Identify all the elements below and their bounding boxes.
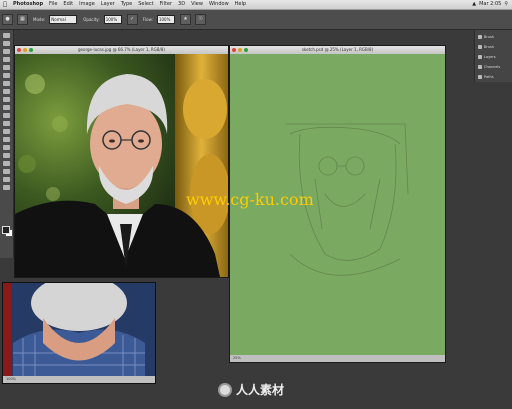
menu-filter[interactable]: Filter <box>157 0 175 9</box>
logo-icon <box>218 382 232 397</box>
minimize-button[interactable] <box>238 48 242 52</box>
menu-window[interactable]: Window <box>206 0 232 9</box>
sketch-window-titlebar[interactable]: sketch.psd @ 25% (Layer 1, RGB/8) <box>230 46 445 54</box>
panel-channels-label: Channels <box>484 64 501 69</box>
gradient-tool-icon[interactable] <box>3 121 10 126</box>
photo-window-titlebar[interactable]: george-lucas.jpg @ 66.7% (Layer 1, RGB/8… <box>15 46 228 54</box>
panel-brush-label: Brush <box>484 34 495 39</box>
menu-edit[interactable]: Edit <box>60 0 76 9</box>
sketch-zoom-level[interactable]: 25% <box>233 356 241 360</box>
crop-tool-icon[interactable] <box>3 65 10 70</box>
menu-file[interactable]: File <box>46 0 60 9</box>
clock[interactable]: Mar 2:05 <box>479 0 501 9</box>
flow-field[interactable]: 100% <box>156 15 175 24</box>
sketch-statusbar: 25% <box>230 355 445 362</box>
apple-icon[interactable]:  <box>0 0 10 9</box>
dodge-tool-icon[interactable] <box>3 137 10 142</box>
opacity-field[interactable]: 100% <box>103 15 122 24</box>
menu-view[interactable]: View <box>188 0 206 9</box>
airbrush-icon[interactable]: ★ <box>179 14 191 25</box>
sketch-window-title: sketch.psd @ 25% (Layer 1, RGB/8) <box>301 47 374 52</box>
mode-value: Normal <box>51 17 66 22</box>
detail-photo <box>3 283 155 376</box>
site-watermark: www.cg-ku.com <box>186 190 314 209</box>
mode-label: Mode: <box>33 17 46 22</box>
panel-brush-presets-label: Brush <box>484 44 495 49</box>
menubar-status-area: ▲ Mar 2:05 ⚲ <box>472 0 512 9</box>
flow-label: Flow: <box>142 17 153 22</box>
pressure-size-icon[interactable]: ☉ <box>194 14 206 25</box>
marquee-tool-icon[interactable] <box>3 41 10 46</box>
paths-icon <box>478 74 482 79</box>
shape-tool-icon[interactable] <box>3 169 10 174</box>
detail-zoom-level[interactable]: 100% <box>6 377 16 381</box>
brush-tool-icon[interactable] <box>3 89 10 94</box>
panel-dock: Brush Brush Layers Channels Paths <box>474 30 512 82</box>
clone-stamp-tool-icon[interactable] <box>3 97 10 102</box>
hand-tool-icon[interactable] <box>3 177 10 182</box>
menu-image[interactable]: Image <box>76 0 98 9</box>
menu-layer[interactable]: Layer <box>98 0 118 9</box>
pen-tool-icon[interactable] <box>3 145 10 150</box>
layers-icon <box>478 54 482 59</box>
type-tool-icon[interactable] <box>3 153 10 158</box>
opacity-label: Opacity: <box>83 17 100 22</box>
move-tool-icon[interactable] <box>3 33 10 38</box>
panel-brush[interactable]: Brush <box>475 33 512 40</box>
quick-select-tool-icon[interactable] <box>3 57 10 62</box>
blur-tool-icon[interactable] <box>3 129 10 134</box>
photo-canvas[interactable] <box>15 54 228 277</box>
logo-text: 人人素材 <box>236 383 285 397</box>
search-icon[interactable]: ⚲ <box>504 0 508 9</box>
menu-type[interactable]: Type <box>118 0 135 9</box>
detail-statusbar: 100% <box>3 376 155 383</box>
history-brush-tool-icon[interactable] <box>3 105 10 110</box>
detail-canvas[interactable] <box>3 283 155 376</box>
menu-3d[interactable]: 3D <box>175 0 188 9</box>
brush-preset-icon[interactable]: ● <box>2 14 13 25</box>
photo-window-title: george-lucas.jpg @ 66.7% (Layer 1, RGB/8… <box>78 47 165 52</box>
brush-panel-icon[interactable]: ▦ <box>17 14 28 25</box>
panel-layers[interactable]: Layers <box>475 53 512 60</box>
pressure-opacity-icon[interactable]: ✓ <box>126 14 138 25</box>
lasso-tool-icon[interactable] <box>3 49 10 54</box>
toolbox <box>0 30 14 258</box>
healing-tool-icon[interactable] <box>3 81 10 86</box>
eyedropper-tool-icon[interactable] <box>3 73 10 78</box>
zoom-button[interactable] <box>244 48 248 52</box>
menu-select[interactable]: Select <box>135 0 156 9</box>
minimize-button[interactable] <box>23 48 27 52</box>
menu-help[interactable]: Help <box>232 0 249 9</box>
opacity-value: 100% <box>105 17 118 22</box>
reference-photo-window[interactable]: george-lucas.jpg @ 66.7% (Layer 1, RGB/8… <box>14 45 229 278</box>
foreground-color-swatch[interactable] <box>2 226 10 234</box>
path-select-tool-icon[interactable] <box>3 161 10 166</box>
brush-panel-icon <box>478 34 482 39</box>
menu-app[interactable]: Photoshop <box>10 0 46 9</box>
channels-icon <box>478 64 482 69</box>
close-button[interactable] <box>17 48 21 52</box>
options-bar: ● ▦ Mode: Normal Opacity: 100% ✓ Flow: 1… <box>0 10 512 30</box>
zoom-tool-icon[interactable] <box>3 185 10 190</box>
portrait-photo <box>15 54 228 277</box>
wifi-icon[interactable]: ▲ <box>472 0 476 9</box>
mode-select[interactable]: Normal <box>49 15 78 24</box>
zoom-button[interactable] <box>29 48 33 52</box>
mac-menubar:  Photoshop File Edit Image Layer Type S… <box>0 0 512 10</box>
flow-value: 100% <box>158 17 171 22</box>
panel-paths-label: Paths <box>484 74 494 79</box>
logo-watermark: 人人素材 <box>218 381 284 398</box>
detail-photo-window[interactable]: 100% <box>2 282 156 384</box>
panel-layers-label: Layers <box>484 54 496 59</box>
panel-paths[interactable]: Paths <box>475 73 512 80</box>
close-button[interactable] <box>232 48 236 52</box>
panel-brush-presets[interactable]: Brush <box>475 43 512 50</box>
panel-channels[interactable]: Channels <box>475 63 512 70</box>
eraser-tool-icon[interactable] <box>3 113 10 118</box>
brush-presets-icon <box>478 44 482 49</box>
